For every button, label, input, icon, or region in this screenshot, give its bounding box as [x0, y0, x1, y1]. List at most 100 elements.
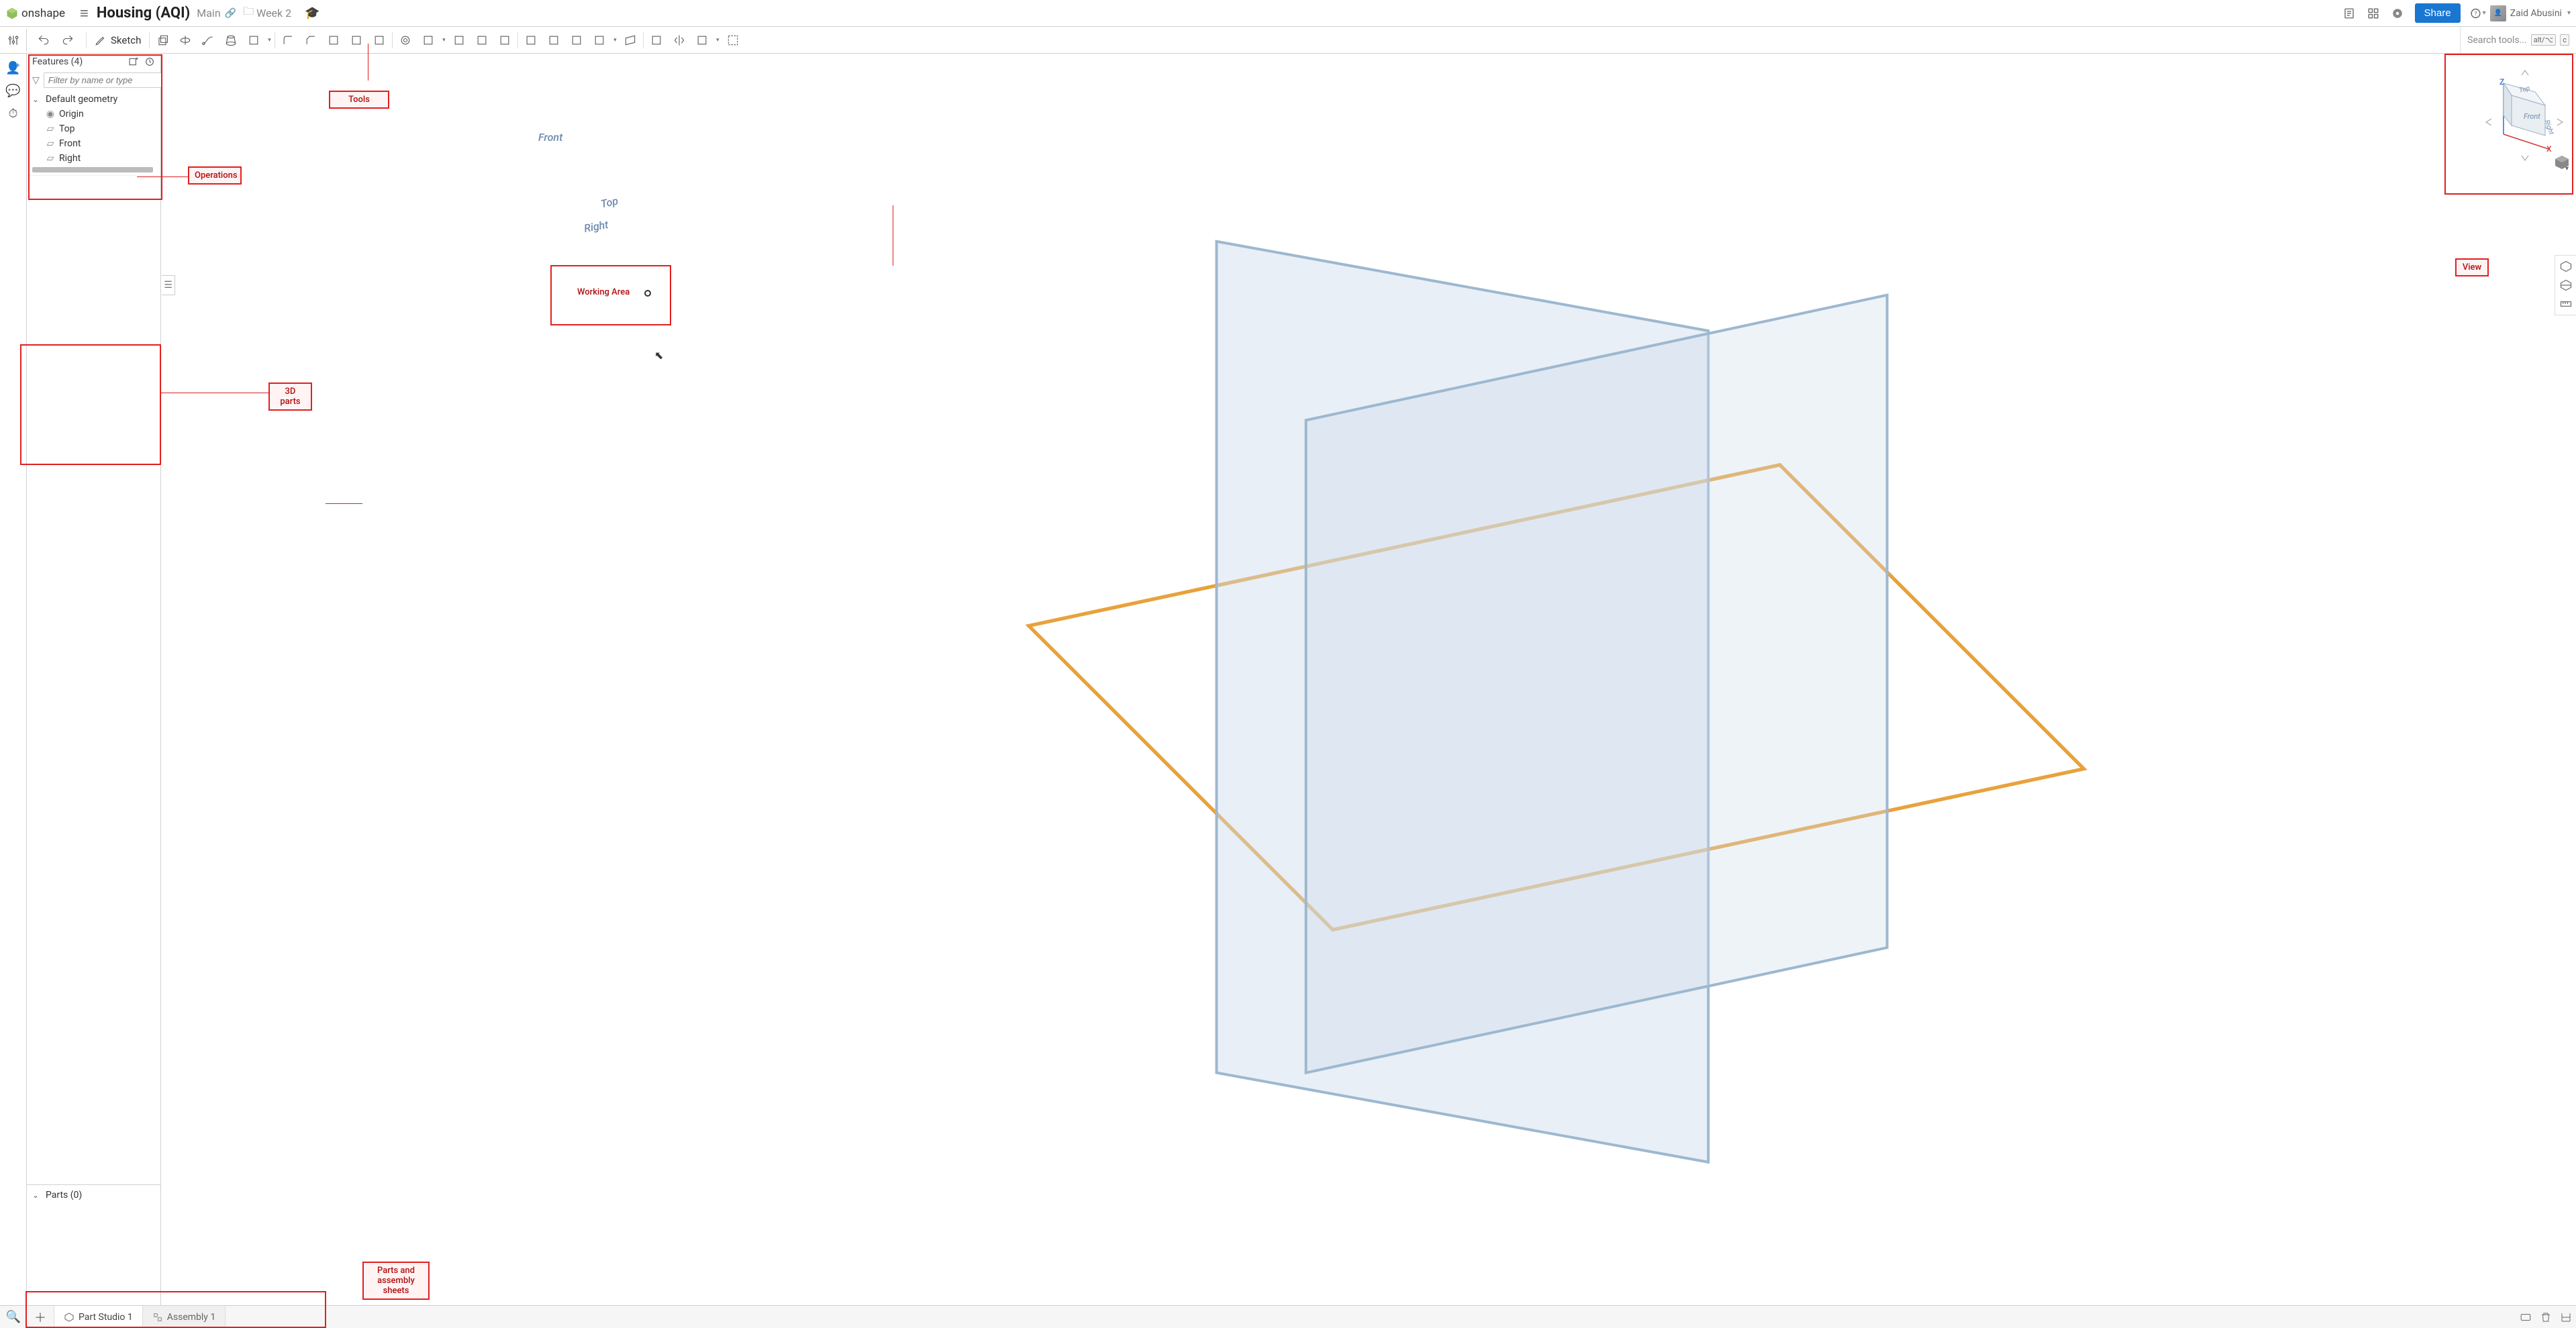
tool-plane[interactable] [620, 30, 640, 50]
branch-label[interactable]: Main [197, 7, 220, 19]
kbd-key: c [2560, 34, 2569, 46]
tab-assembly[interactable]: Assembly 1 [143, 1306, 226, 1328]
kbd-mod: alt/⌥ [2531, 34, 2556, 46]
apps-icon[interactable] [2365, 5, 2381, 21]
svg-text:?: ? [2474, 10, 2477, 17]
link-icon[interactable]: 🔗 [225, 8, 236, 19]
annotation-working-area: Working Area [577, 287, 630, 297]
chevron-down-icon: ▾ [2567, 9, 2571, 17]
tool-boundary-surface[interactable] [589, 30, 609, 50]
tool-fillet[interactable] [278, 30, 298, 50]
tool-frame-select[interactable] [723, 30, 743, 50]
user-menu[interactable]: 👤 Zaid Abusini ▾ [2490, 5, 2571, 21]
parts-title: Parts (0) [46, 1190, 82, 1201]
document-title[interactable]: Housing (AQI) [97, 5, 190, 21]
feature-panel-header: Features (4) [27, 54, 160, 70]
tool-sweep[interactable] [198, 30, 218, 50]
breadcrumb[interactable]: 🗀 Week 2 [243, 4, 291, 22]
notifications-icon[interactable] [2389, 5, 2406, 21]
history-icon[interactable]: ⏱ [0, 102, 27, 125]
part-studio-icon [64, 1312, 75, 1323]
tool-draft[interactable] [324, 30, 344, 50]
tool-hole[interactable] [395, 30, 415, 50]
3d-canvas[interactable]: Front Top Right ⬉ Front Right Top [161, 54, 2576, 1305]
assembly-icon [152, 1312, 163, 1323]
app-header: onshape ≡ Housing (AQI) Main 🔗 🗀 Week 2 … [0, 0, 2576, 27]
tool-offset-surface[interactable] [566, 30, 587, 50]
tree-item-origin[interactable]: ◉ Origin [27, 107, 160, 121]
search-tools-placeholder: Search tools... [2467, 35, 2527, 46]
chevron-down-icon: ⌄ [32, 1190, 42, 1200]
tool-helix[interactable] [646, 30, 666, 50]
axis-x-label: X [2546, 144, 2552, 154]
tool-split[interactable] [449, 30, 469, 50]
tree-item-right[interactable]: ▱ Right [27, 151, 160, 166]
plane-label-front: Front [538, 131, 562, 144]
tool-move-face[interactable] [521, 30, 541, 50]
app-name: onshape [21, 7, 65, 20]
panel-toggle[interactable]: ☰ [162, 275, 175, 295]
tab-part-studio[interactable]: Part Studio 1 [54, 1306, 143, 1328]
view-cube[interactable]: Front Right Top ▾ Z X [2444, 55, 2572, 183]
sketch-label: Sketch [111, 34, 141, 46]
main-area: 👤+ 💬 ⏱ Features (4) ▽ ⌄ Default geometry… [0, 54, 2576, 1305]
tree-item-top[interactable]: ▱ Top [27, 121, 160, 136]
tool-thicken[interactable] [244, 30, 264, 50]
add-feature-icon[interactable] [128, 56, 139, 67]
filter-icon[interactable]: ▽ [32, 75, 40, 86]
tool-boolean[interactable] [418, 30, 438, 50]
share-button[interactable]: Share [2415, 3, 2461, 23]
tool-rib[interactable] [369, 30, 389, 50]
annotation-3d-parts: 3D parts [268, 382, 312, 411]
notes-icon[interactable] [2341, 5, 2357, 21]
tool-transform[interactable] [472, 30, 492, 50]
search-tabs-icon[interactable]: 🔍 [0, 1306, 27, 1328]
default-geometry-label: Default geometry [46, 94, 117, 105]
tool-delete-face[interactable] [495, 30, 515, 50]
origin-point[interactable] [644, 290, 651, 297]
comments-icon[interactable]: 💬 [0, 79, 27, 102]
section-view-icon[interactable] [2558, 277, 2574, 293]
add-tab-button[interactable]: ＋ [27, 1306, 54, 1328]
parts-header[interactable]: ⌄ Parts (0) [27, 1188, 160, 1203]
tool-replace-face[interactable] [544, 30, 564, 50]
tool-loft[interactable] [221, 30, 241, 50]
redo-button[interactable] [58, 30, 78, 50]
units-icon[interactable] [2556, 1306, 2576, 1328]
feature-filter-input[interactable] [44, 72, 172, 88]
tool-dropdown[interactable]: ▾ [265, 30, 273, 50]
search-tools[interactable]: Search tools... alt/⌥ c [2460, 27, 2576, 53]
tree-default-geometry[interactable]: ⌄ Default geometry [27, 92, 160, 107]
help-icon[interactable]: ?▾ [2470, 5, 2486, 21]
main-menu-button[interactable]: ≡ [80, 5, 89, 22]
tool-dropdown[interactable]: ▾ [611, 30, 619, 50]
undo-button[interactable] [34, 30, 54, 50]
pencil-icon [95, 34, 107, 46]
tool-revolve[interactable] [175, 30, 195, 50]
tool-mirror[interactable] [669, 30, 689, 50]
user-name: Zaid Abusini [2510, 8, 2562, 19]
scrollbar[interactable] [32, 167, 153, 172]
configure-icon[interactable] [0, 29, 27, 52]
trash-icon[interactable] [2536, 1306, 2556, 1328]
add-person-icon[interactable]: 👤+ [0, 56, 27, 79]
app-logo[interactable]: onshape [5, 7, 65, 20]
tool-extrude[interactable] [152, 30, 172, 50]
tool-pattern[interactable] [692, 30, 712, 50]
sketch-button[interactable]: Sketch [88, 32, 148, 49]
measure-icon[interactable] [2558, 296, 2574, 312]
viewport-svg [161, 54, 2576, 1305]
education-icon[interactable]: 🎓 [305, 6, 319, 20]
toolbar: Sketch ▾ ▾ ▾ ▾ Search tools... alt/⌥ c [0, 27, 2576, 54]
axis-z-label: Z [2499, 77, 2504, 87]
iso-view-icon[interactable] [2558, 258, 2574, 274]
tool-dropdown[interactable]: ▾ [713, 30, 722, 50]
plane-icon: ▱ [46, 139, 55, 148]
tool-chamfer[interactable] [301, 30, 321, 50]
tool-dropdown[interactable]: ▾ [440, 30, 448, 50]
bottom-bar: 🔍 ＋ Part Studio 1 Assembly 1 [0, 1305, 2576, 1328]
tree-item-front[interactable]: ▱ Front [27, 136, 160, 151]
rollback-icon[interactable] [144, 56, 155, 67]
tool-shell[interactable] [346, 30, 366, 50]
hide-show-icon[interactable] [2516, 1306, 2536, 1328]
